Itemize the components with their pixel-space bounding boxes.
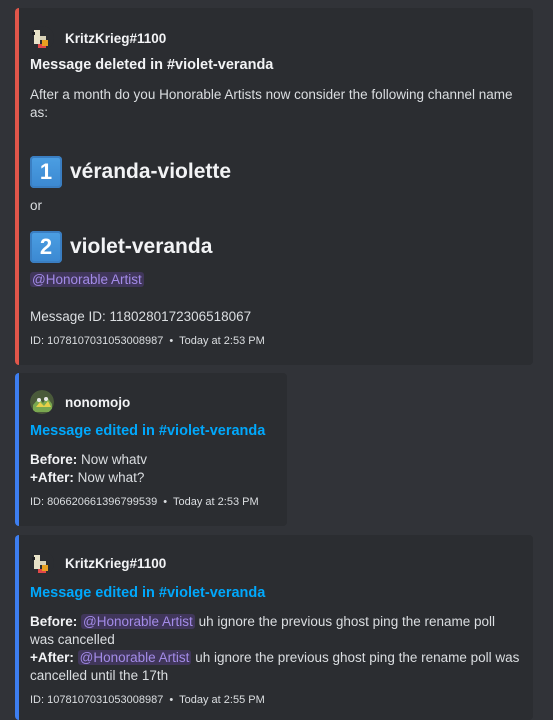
role-mention[interactable]: @Honorable Artist xyxy=(30,272,144,287)
footer-id: ID: 806620661396799539 xyxy=(30,496,158,508)
embed-author: KritzKrieg#1100 xyxy=(30,551,166,575)
after-label: +After: xyxy=(30,650,74,665)
mention-line: @Honorable Artist xyxy=(30,271,144,289)
keycap-one-icon: 1 xyxy=(30,156,62,188)
before-label: Before: xyxy=(30,614,78,629)
before-label: Before: xyxy=(30,452,78,467)
pixel-avatar-icon[interactable] xyxy=(30,551,54,575)
embed-title: Message deleted in #violet-veranda xyxy=(30,57,274,73)
after-label: +After: xyxy=(30,470,74,485)
option-2: 2 violet-veranda xyxy=(30,231,212,263)
message-body: After a month do you Honorable Artists n… xyxy=(30,87,513,120)
footer-time: Today at 2:55 PM xyxy=(179,694,265,706)
footer-id: ID: 1078107031053008987 xyxy=(30,335,164,347)
keycap-two-icon: 2 xyxy=(30,231,62,263)
before-line: Before: @Honorable Artist uh ignore the … xyxy=(30,613,520,649)
after-line: +After: @Honorable Artist uh ignore the … xyxy=(30,649,520,685)
role-mention[interactable]: @Honorable Artist xyxy=(81,614,195,629)
log-embed-edited: KritzKrieg#1100 Message edited in #viole… xyxy=(15,535,533,720)
footer-time: Today at 2:53 PM xyxy=(173,496,259,508)
green-avatar-icon[interactable] xyxy=(30,390,54,414)
message-id-line: Message ID: 1180280172306518067 xyxy=(30,309,252,324)
option-2-text: violet-veranda xyxy=(70,235,213,258)
role-mention[interactable]: @Honorable Artist xyxy=(77,650,192,665)
after-line: +After: Now what? xyxy=(30,469,144,487)
or-text: or xyxy=(30,198,43,213)
author-name[interactable]: KritzKrieg#1100 xyxy=(65,31,166,46)
pixel-avatar-icon[interactable] xyxy=(30,26,54,50)
embed-footer: ID: 1078107031053008987 • Today at 2:55 … xyxy=(30,694,265,706)
footer-separator: • xyxy=(163,496,168,508)
embed-author: KritzKrieg#1100 xyxy=(30,26,166,50)
embed-title-link[interactable]: Message edited in #violet-veranda xyxy=(30,585,265,601)
footer-separator: • xyxy=(169,694,174,706)
before-line: Before: Now whatv xyxy=(30,451,147,469)
author-name[interactable]: nonomojo xyxy=(65,395,130,410)
embed-author: nonomojo xyxy=(30,390,130,414)
log-embed-edited: nonomojo Message edited in #violet-veran… xyxy=(15,373,287,526)
embed-footer: ID: 1078107031053008987 • Today at 2:53 … xyxy=(30,335,265,347)
embed-footer: ID: 806620661396799539 • Today at 2:53 P… xyxy=(30,496,259,508)
footer-separator: • xyxy=(169,335,174,347)
embed-title-link[interactable]: Message edited in #violet-veranda xyxy=(30,423,265,439)
author-name[interactable]: KritzKrieg#1100 xyxy=(65,556,166,571)
after-text: Now what? xyxy=(77,470,145,485)
footer-id: ID: 1078107031053008987 xyxy=(30,694,164,706)
footer-time: Today at 2:53 PM xyxy=(179,335,265,347)
option-1: 1 véranda-violette xyxy=(30,156,231,188)
option-1-text: véranda-violette xyxy=(70,160,232,183)
before-text: Now whatv xyxy=(81,452,148,467)
log-embed-deleted: KritzKrieg#1100 Message deleted in #viol… xyxy=(15,8,533,365)
